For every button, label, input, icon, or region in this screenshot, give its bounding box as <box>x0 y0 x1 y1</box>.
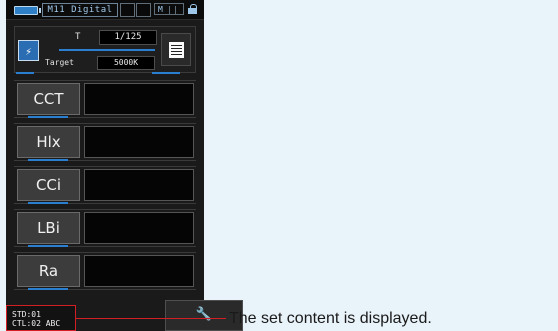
signal-indicator: M <box>154 3 184 15</box>
target-value: 5000K <box>97 56 155 70</box>
measurement-row-cct: CCT <box>14 80 196 118</box>
accent-line <box>28 159 68 161</box>
callout-text: The set content is displayed. <box>229 310 432 327</box>
ctl-line: CTL:02 ABC <box>12 319 61 328</box>
cct-button[interactable]: CCT <box>17 83 80 115</box>
meter-screen: M11 Digital M ⚡ T 1/125 Target 5000K CCT <box>6 0 204 331</box>
measurement-row-ra: Ra <box>14 252 196 290</box>
divider <box>59 49 155 51</box>
accent-line <box>28 245 68 247</box>
ra-value <box>84 255 194 287</box>
exposure-panel: ⚡ T 1/125 Target 5000K <box>14 26 196 73</box>
cci-button[interactable]: CCi <box>17 169 80 201</box>
accent-line <box>28 288 68 290</box>
lbi-button[interactable]: LBi <box>17 212 80 244</box>
callout-line <box>76 318 226 319</box>
accent-line <box>28 202 68 204</box>
shutter-label: T <box>75 32 81 42</box>
measurement-row-hlx: Hlx <box>14 123 196 161</box>
lock-icon <box>188 4 197 14</box>
cct-value <box>84 83 194 115</box>
accent-line <box>152 72 180 74</box>
accent-line <box>16 72 34 74</box>
target-row[interactable]: Target 5000K <box>45 56 157 70</box>
std-line: STD:01 <box>12 310 41 319</box>
measurement-row-lbi: LBi <box>14 209 196 247</box>
memo-icon <box>169 42 184 58</box>
std-setting-display[interactable]: STD:01 CTL:02 ABC <box>6 305 76 331</box>
memory-button[interactable] <box>161 33 191 66</box>
hlx-button[interactable]: Hlx <box>17 126 80 158</box>
status-square-icon <box>120 3 135 17</box>
battery-icon <box>14 6 41 15</box>
ra-button[interactable]: Ra <box>17 255 80 287</box>
wrench-icon: 🔧 <box>195 307 213 322</box>
mode-indicator: M11 Digital <box>42 3 118 17</box>
measurement-row-cci: CCi <box>14 166 196 204</box>
shutter-value: 1/125 <box>99 30 157 45</box>
cci-value <box>84 169 194 201</box>
flash-icon[interactable]: ⚡ <box>18 40 39 61</box>
accent-line <box>28 116 68 118</box>
lbi-value <box>84 212 194 244</box>
target-label: Target <box>45 58 74 67</box>
shutter-row[interactable]: T 1/125 <box>61 30 157 45</box>
status-bar: M11 Digital M <box>6 0 204 20</box>
hlx-value <box>84 126 194 158</box>
status-square-icon <box>136 3 151 17</box>
